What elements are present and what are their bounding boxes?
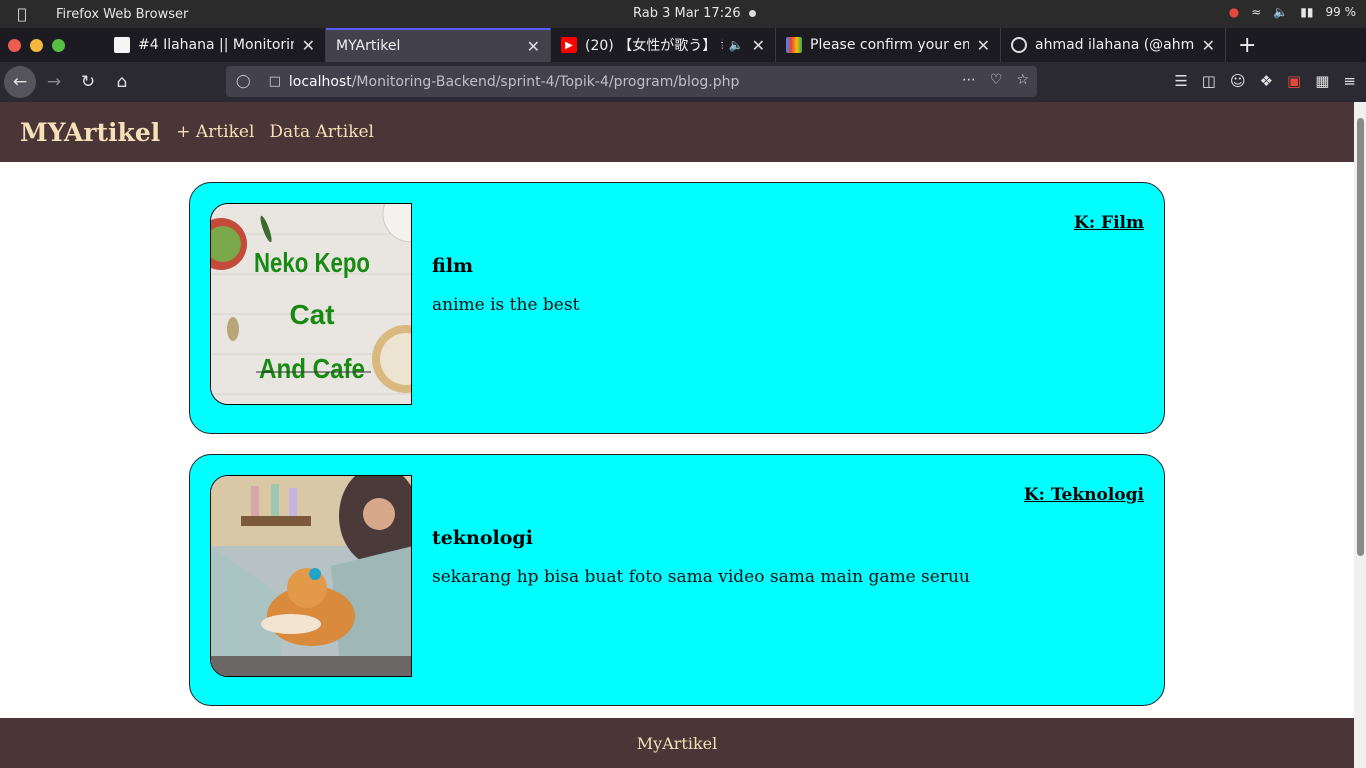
extension-red-icon[interactable]: ▣: [1287, 72, 1301, 90]
tab-youtube[interactable]: ▶ (20) 【女性が歌う】 幸 🔈 ✕: [551, 28, 776, 62]
url-path: /Monitoring-Backend/sprint-4/Topik-4/pro…: [351, 73, 740, 90]
maximize-window-button[interactable]: [52, 38, 65, 52]
bookmark-star-icon[interactable]: ☆: [1016, 72, 1029, 88]
image-text-line-2: Cat: [289, 299, 334, 330]
site-brand[interactable]: MYArtikel: [20, 118, 160, 147]
extension-paw-icon[interactable]: ❖: [1260, 72, 1273, 90]
clock[interactable]: Rab 3 Mar 17:26: [633, 6, 756, 21]
document-icon: [114, 37, 130, 53]
more-actions-icon[interactable]: ⋯: [962, 72, 976, 88]
shield-icon[interactable]: ◯: [236, 74, 251, 89]
nav-data-artikel[interactable]: Data Artikel: [269, 122, 374, 142]
new-tab-button[interactable]: +: [1226, 33, 1268, 58]
url-host: localhost: [288, 73, 352, 90]
speaker-icon[interactable]: 🔈: [729, 38, 744, 52]
article-title: teknologi: [432, 527, 533, 549]
close-icon[interactable]: ✕: [1202, 36, 1215, 55]
url-bar[interactable]: ◯ □ localhost/Monitoring-Backend/sprint-…: [226, 66, 1037, 97]
tab-monitoring[interactable]: #4 Ilahana || Monitoring I ✕: [104, 28, 326, 62]
article-card: K: Teknologi teknologi sekarang hp bisa …: [189, 454, 1165, 706]
tab-strip: #4 Ilahana || Monitoring I ✕ MYArtikel ✕…: [0, 28, 1366, 62]
apple-icon[interactable]: : [0, 5, 44, 23]
close-window-button[interactable]: [8, 38, 21, 52]
url-actions: ⋯ ♡ ☆: [962, 72, 1029, 88]
page-icon: □: [268, 74, 281, 89]
window-controls: [0, 38, 104, 52]
battery-icon[interactable]: ▮▮: [1300, 5, 1313, 19]
image-text-line-1: Neko Kepo: [254, 247, 370, 278]
back-button[interactable]: ←: [4, 66, 36, 98]
os-top-bar:  Firefox Web Browser Rab 3 Mar 17:26 ● …: [0, 0, 1366, 28]
page-scrollbar[interactable]: [1354, 102, 1366, 768]
sidebar-icon[interactable]: ◫: [1202, 72, 1216, 90]
pocket-icon[interactable]: ♡: [990, 72, 1003, 88]
status-icons: ● ≈ 🔈 ▮▮ 99 %: [1229, 5, 1356, 19]
close-icon[interactable]: ✕: [527, 37, 540, 56]
notification-icon[interactable]: ●: [1229, 5, 1239, 19]
scrollbar-thumb[interactable]: [1357, 118, 1364, 556]
tab-title: ahmad ilahana (@ahmad: [1035, 37, 1194, 53]
site-header: MYArtikel + Artikel Data Artikel: [0, 102, 1354, 162]
article-category[interactable]: K: Film: [1074, 213, 1144, 233]
navigation-toolbar: ← → ↻ ⌂ ◯ □ localhost/Monitoring-Backend…: [0, 62, 1366, 102]
article-body: sekarang hp bisa buat foto sama video sa…: [432, 567, 970, 587]
extensions-icon[interactable]: ▦: [1315, 72, 1329, 90]
youtube-icon: ▶: [561, 37, 577, 53]
tab-title: MYArtikel: [336, 38, 401, 54]
article-card: Neko Kepo Cat And Cafe K: Film film anim…: [189, 182, 1165, 434]
menu-icon[interactable]: ≡: [1343, 72, 1356, 90]
reload-button[interactable]: ↻: [72, 66, 104, 98]
active-app-name[interactable]: Firefox Web Browser: [56, 7, 188, 22]
article-image: Neko Kepo Cat And Cafe: [210, 203, 412, 405]
site-footer: MyArtikel: [0, 718, 1354, 768]
wifi-icon[interactable]: ≈: [1251, 5, 1261, 19]
tab-title: (20) 【女性が歌う】 幸: [585, 38, 723, 54]
gmail-icon: [786, 37, 802, 53]
image-text-line-3: And Cafe: [259, 353, 365, 384]
close-icon[interactable]: ✕: [977, 36, 990, 55]
account-icon[interactable]: ☺: [1230, 72, 1246, 90]
clock-text: Rab 3 Mar 17:26: [633, 6, 741, 21]
toolbar-right: ☰ ◫ ☺ ❖ ▣ ▦ ≡: [1174, 72, 1356, 90]
battery-percent: 99 %: [1325, 5, 1357, 19]
article-category[interactable]: K: Teknologi: [1024, 485, 1144, 505]
close-icon[interactable]: ✕: [302, 36, 315, 55]
page-viewport: MYArtikel + Artikel Data Artikel Neko Ke…: [0, 102, 1354, 768]
home-button[interactable]: ⌂: [106, 66, 138, 98]
library-icon[interactable]: ☰: [1174, 72, 1187, 90]
tab-gmail[interactable]: Please confirm your ema ✕: [776, 28, 1001, 62]
forward-button[interactable]: →: [38, 66, 70, 98]
close-icon[interactable]: ✕: [752, 36, 765, 55]
profile-icon: [1011, 37, 1027, 53]
article-image: [210, 475, 412, 677]
footer-text: MyArtikel: [636, 733, 718, 753]
notification-dot-icon: [748, 10, 756, 17]
article-title: film: [432, 255, 474, 277]
volume-icon[interactable]: 🔈: [1273, 5, 1288, 19]
tab-title: #4 Ilahana || Monitoring I: [138, 37, 294, 53]
tab-profile[interactable]: ahmad ilahana (@ahmad ✕: [1001, 28, 1226, 62]
tab-title: Please confirm your ema: [810, 37, 969, 53]
article-body: anime is the best: [432, 295, 580, 315]
tab-myartikel[interactable]: MYArtikel ✕: [326, 28, 551, 62]
nav-add-article[interactable]: + Artikel: [176, 122, 254, 142]
minimize-window-button[interactable]: [30, 38, 43, 52]
